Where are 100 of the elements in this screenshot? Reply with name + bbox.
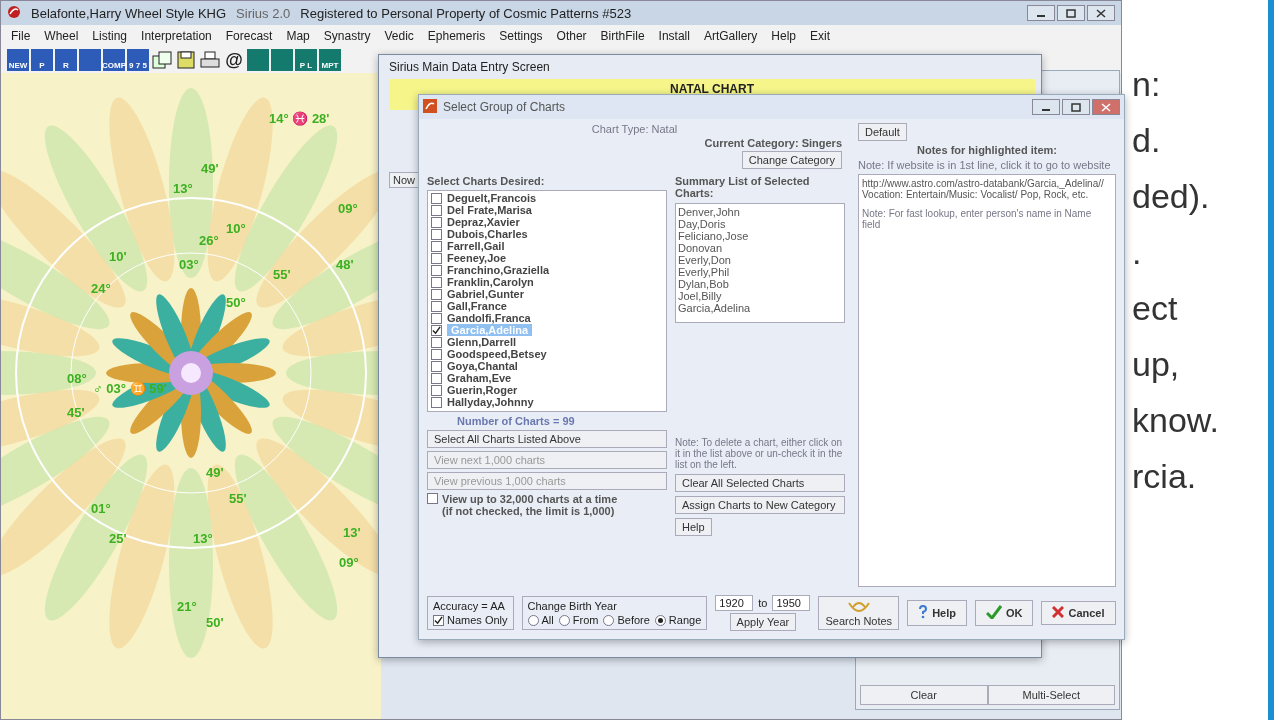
- degree-label: 50°: [226, 295, 246, 310]
- menu-item[interactable]: File: [11, 29, 31, 43]
- section-label: Notes for highlighted item:: [916, 144, 1058, 156]
- degree-label: ♂ 03° ♊ 59': [93, 381, 167, 396]
- button[interactable]: OK: [974, 600, 1034, 626]
- list-item[interactable]: Everly,Don: [678, 254, 842, 266]
- list-item[interactable]: Del Frate,Marisa: [447, 204, 532, 216]
- chart-type-text: Chart Type: Natal: [591, 123, 678, 135]
- at-sign-icon[interactable]: @: [223, 49, 245, 71]
- button[interactable]: Change Category: [741, 151, 842, 169]
- input-field[interactable]: 1950: [772, 595, 811, 611]
- menu-item[interactable]: Help: [771, 29, 796, 43]
- menu-item[interactable]: Interpretation: [141, 29, 212, 43]
- button[interactable]: Help: [907, 600, 967, 626]
- list-item[interactable]: Joel,Billy: [678, 290, 842, 302]
- note-text: (if not checked, the limit is 1,000): [442, 505, 616, 517]
- degree-label: 13': [343, 525, 361, 540]
- button[interactable]: Clear: [860, 685, 988, 705]
- list-item[interactable]: Depraz,Xavier: [447, 216, 520, 228]
- menu-item[interactable]: Forecast: [225, 29, 273, 43]
- list-item[interactable]: Hallyday,Johnny: [447, 396, 534, 408]
- list-item[interactable]: Garcia,Adelina: [678, 302, 842, 314]
- button[interactable]: Cancel: [1041, 601, 1116, 625]
- list-item[interactable]: Feeney,Joe: [447, 252, 507, 264]
- radio-label: Before: [617, 614, 650, 626]
- list-item[interactable]: Deguelt,Francois: [447, 192, 537, 204]
- degree-label: 55': [229, 491, 247, 506]
- list-item[interactable]: Franchino,Graziella: [447, 264, 550, 276]
- toolbar-tile-icon[interactable]: R: [55, 49, 77, 71]
- menu-item[interactable]: Listing: [92, 29, 128, 43]
- note-text: Note: For fast lookup, enter person's name in Name field: [862, 208, 1093, 230]
- degree-label: 09°: [338, 201, 358, 216]
- button[interactable]: Search Notes: [818, 596, 900, 630]
- section-label: Select Charts Desired:: [427, 175, 546, 187]
- list-item[interactable]: Goodspeed,Betsey: [447, 348, 547, 360]
- degree-label: 45': [67, 405, 85, 420]
- checkbox-label: Names Only: [447, 614, 508, 626]
- list-item[interactable]: Franklin,Carolyn: [447, 276, 534, 288]
- button[interactable]: Multi-Select: [987, 685, 1115, 705]
- toolbar-tile-icon[interactable]: P L: [295, 49, 317, 71]
- degree-label: 50': [206, 615, 224, 630]
- degree-label: 10°: [226, 221, 246, 236]
- menu-item[interactable]: Map: [286, 29, 310, 43]
- dialog-title: Sirius Main Data Entry Screen: [388, 59, 551, 76]
- slide-text: rcia.: [1132, 456, 1198, 497]
- menu-item[interactable]: ArtGallery: [703, 29, 758, 43]
- list-item[interactable]: Graham,Eve: [447, 372, 512, 384]
- notes-field[interactable]: http://www.astro.com/astro-databank/Garcia,_Adelina// Vocation: Entertain/Music: Vocalist/ Pop, Rock, etc. Note: For fast lookup, enter person's name in Name field: [858, 174, 1116, 587]
- button[interactable]: Select All Charts Listed Above: [427, 430, 667, 448]
- list-item[interactable]: Glenn,Darrell: [447, 336, 517, 348]
- radio-label: From: [572, 614, 599, 626]
- degree-label: 48': [336, 257, 354, 272]
- list-item[interactable]: Feliciano,Jose: [678, 230, 842, 242]
- input-field[interactable]: 1920: [715, 595, 754, 611]
- degree-label: 26°: [199, 233, 219, 248]
- button[interactable]: Assign Charts to New Category: [675, 496, 845, 514]
- menu-item[interactable]: BirthFile: [600, 29, 645, 43]
- list-item[interactable]: Day,Doris: [678, 218, 842, 230]
- list-item[interactable]: Denver,John: [678, 206, 842, 218]
- toolbar-tile-icon[interactable]: P: [31, 49, 53, 71]
- toolbar-tile-icon[interactable]: MPT: [319, 49, 341, 71]
- list-item[interactable]: Everly,Phil: [678, 266, 842, 278]
- window-title: Belafonte,Harry Wheel Style KHG: [31, 5, 227, 21]
- button[interactable]: Help: [675, 518, 712, 536]
- degree-label: 13°: [193, 531, 213, 546]
- button[interactable]: Default: [858, 123, 907, 141]
- slide-text: d.: [1132, 120, 1162, 161]
- degree-label: 25': [109, 531, 127, 546]
- list-item[interactable]: Guerin,Roger: [447, 384, 518, 396]
- menu-item[interactable]: Vedic: [384, 29, 414, 43]
- list-item[interactable]: Donovan: [678, 242, 842, 254]
- list-item[interactable]: Gall,France: [447, 300, 507, 312]
- list-item[interactable]: Goya,Chantal: [447, 360, 518, 372]
- list-item[interactable]: Gabriel,Gunter: [447, 288, 525, 300]
- degree-label: 13°: [173, 181, 193, 196]
- menu-item[interactable]: Settings: [499, 29, 543, 43]
- menu-item[interactable]: Other: [556, 29, 587, 43]
- list-item[interactable]: Dylan,Bob: [678, 278, 842, 290]
- radio-label: Range: [668, 614, 702, 626]
- menu-item[interactable]: Ephemeris: [427, 29, 486, 43]
- menu-item[interactable]: Install: [658, 29, 690, 43]
- category-text: Current Category: Singers: [704, 137, 842, 149]
- menu-item[interactable]: Exit: [810, 29, 830, 43]
- toolbar-tile-icon[interactable]: NEW: [7, 49, 29, 71]
- slide-text: ded).: [1132, 176, 1211, 217]
- button[interactable]: Clear All Selected Charts: [675, 474, 845, 492]
- degree-label: 10': [109, 249, 127, 264]
- slide-text: up,: [1132, 344, 1181, 385]
- menu-item[interactable]: Synastry: [323, 29, 371, 43]
- degree-label: 21°: [177, 599, 197, 614]
- button[interactable]: Apply Year: [729, 613, 797, 631]
- degree-label: 03°: [179, 257, 199, 272]
- list-item[interactable]: Gandolfi,Franca: [447, 312, 531, 324]
- degree-label: 24°: [91, 281, 111, 296]
- list-item[interactable]: Dubois,Charles: [447, 228, 528, 240]
- menu-item[interactable]: Wheel: [44, 29, 79, 43]
- toolbar-tile-icon[interactable]: 9 7 5: [127, 49, 149, 71]
- list-item[interactable]: Farrell,Gail: [447, 240, 505, 252]
- button[interactable]: Now: [389, 172, 419, 188]
- accuracy-text: Accuracy = AA: [433, 600, 506, 612]
